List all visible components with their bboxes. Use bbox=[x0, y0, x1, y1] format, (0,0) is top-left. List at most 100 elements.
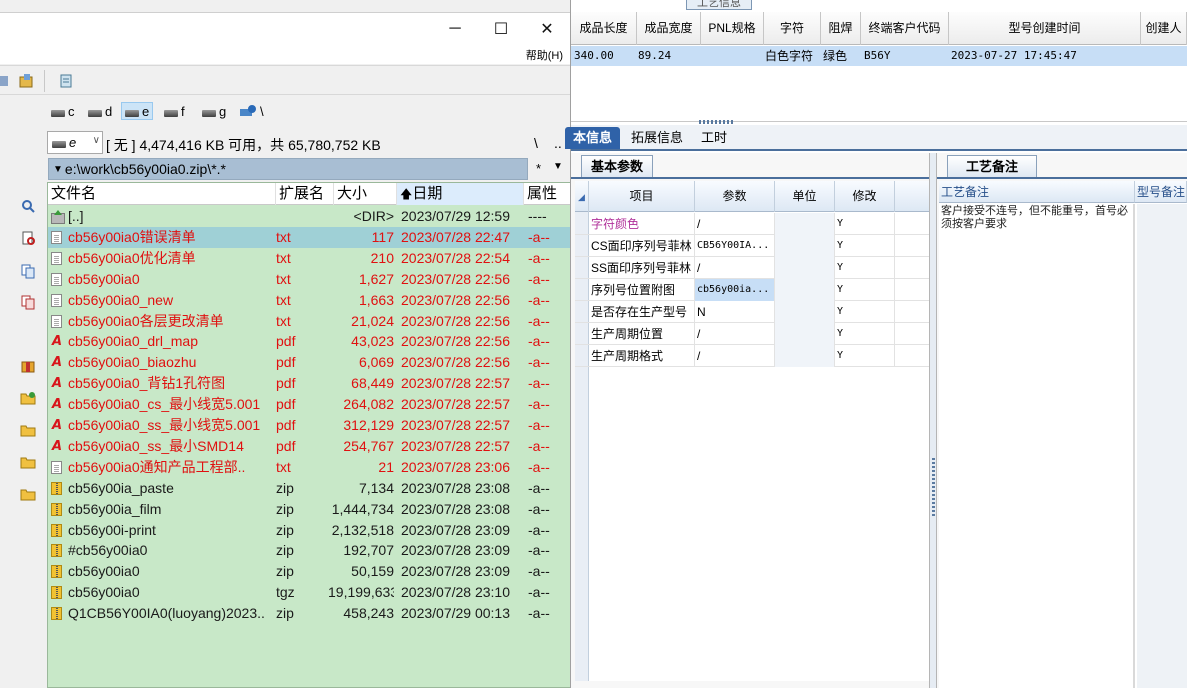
parent-dir-button[interactable]: .. bbox=[554, 135, 562, 151]
tab-process-info[interactable]: 工艺信息 bbox=[686, 0, 752, 10]
drive-e-button[interactable]: e bbox=[121, 102, 154, 120]
param-modify[interactable]: Y bbox=[835, 257, 895, 279]
grid-header-cell[interactable]: 成品宽度 bbox=[637, 12, 701, 45]
folder-icon[interactable] bbox=[20, 422, 36, 438]
pack-icon[interactable] bbox=[18, 73, 34, 89]
notes-header-model[interactable]: 型号备注 bbox=[1135, 181, 1187, 203]
file-row[interactable]: cb56y00ia0通知产品工程部.. txt 21 2023/07/28 23:06… bbox=[48, 457, 570, 478]
panel-resize-grip[interactable] bbox=[699, 120, 735, 124]
drive-g-button[interactable]: g bbox=[199, 102, 229, 120]
param-row[interactable]: 是否存在生产型号 N Y bbox=[575, 301, 929, 323]
grid-header-cell[interactable]: 型号创建时间 bbox=[949, 12, 1141, 45]
drive-select[interactable]: e ∨ bbox=[47, 131, 103, 154]
process-note-text[interactable]: 客户接受不连号，但不能重号，首号必须按客户要求 bbox=[941, 205, 1133, 231]
column-header-ext[interactable]: 扩展名 bbox=[276, 183, 334, 205]
column-header-date[interactable]: 🡅日期 bbox=[397, 183, 524, 205]
params-header-value[interactable]: 参数 bbox=[695, 181, 775, 212]
param-row[interactable]: 序列号位置附图 cb56y00ia... Y bbox=[575, 279, 929, 301]
drive-f-button[interactable]: f bbox=[161, 102, 188, 120]
settings-icon[interactable] bbox=[0, 73, 12, 89]
column-header-attr[interactable]: 属性 bbox=[524, 183, 570, 205]
copy-icon[interactable] bbox=[20, 263, 36, 279]
dropdown-arrow-icon[interactable]: ▼ bbox=[53, 164, 63, 175]
grid-header-cell[interactable]: 终端客户代码 bbox=[861, 12, 949, 45]
param-modify[interactable]: Y bbox=[835, 345, 895, 367]
maximize-button[interactable]: ☐ bbox=[478, 13, 524, 45]
path-bar[interactable]: ▼ e:\work\cb56y00ia0.zip\*.* bbox=[48, 158, 528, 180]
close-button[interactable]: ✕ bbox=[524, 13, 570, 45]
history-dropdown-icon[interactable]: ▼ bbox=[553, 161, 563, 172]
param-value[interactable]: / bbox=[695, 323, 775, 345]
param-row[interactable]: 字符颜色 / Y bbox=[575, 213, 929, 235]
file-row[interactable]: cb56y00ia0_biaozhu pdf 6,069 2023/07/28 22:… bbox=[48, 352, 570, 373]
param-modify[interactable]: Y bbox=[835, 235, 895, 257]
param-modify[interactable]: Y bbox=[835, 301, 895, 323]
param-value[interactable]: N bbox=[695, 301, 775, 323]
network-root-button[interactable]: \ bbox=[236, 102, 267, 120]
file-row[interactable]: #cb56y00ia0 zip 192,707 2023/07/28 23:09 -a-… bbox=[48, 540, 570, 561]
file-row[interactable]: cb56y00ia0 txt 1,627 2023/07/28 22:56 -a-- bbox=[48, 269, 570, 290]
file-row[interactable]: cb56y00ia0_ss_最小线宽5.001 pdf 312,129 2023/07… bbox=[48, 415, 570, 436]
tab-work-hours[interactable]: 工时 bbox=[693, 127, 735, 149]
tab-basic-params[interactable]: 基本参数 bbox=[581, 155, 653, 177]
root-dir-button[interactable]: \ bbox=[534, 135, 538, 151]
file-row[interactable]: cb56y00ia0_背钻1孔符图 pdf 68,449 2023/07/28 22:… bbox=[48, 373, 570, 394]
notes-header-process[interactable]: 工艺备注 bbox=[939, 181, 1135, 203]
grid-header-cell[interactable]: 创建人 bbox=[1141, 12, 1187, 45]
menu-help[interactable]: 帮助(H) bbox=[526, 47, 563, 63]
view-file-icon[interactable] bbox=[20, 230, 36, 246]
params-header-modify[interactable]: 修改 bbox=[835, 181, 895, 212]
file-row[interactable]: cb56y00ia0 zip 50,159 2023/07/28 23:09 -a-- bbox=[48, 561, 570, 582]
param-unit[interactable] bbox=[775, 257, 835, 279]
param-unit[interactable] bbox=[775, 345, 835, 367]
tab-extended-info[interactable]: 拓展信息 bbox=[623, 127, 691, 149]
param-value[interactable]: cb56y00ia... bbox=[695, 279, 775, 301]
param-row[interactable]: 生产周期格式 / Y bbox=[575, 345, 929, 367]
param-unit[interactable] bbox=[775, 213, 835, 235]
new-folder-icon[interactable] bbox=[20, 390, 36, 406]
file-row[interactable]: cb56y00ia0各层更改清单 txt 21,024 2023/07/28 22:5… bbox=[48, 311, 570, 332]
notepad-icon[interactable] bbox=[58, 73, 74, 89]
file-row[interactable]: cb56y00ia0 tgz 19,199,633 2023/07/28 23:10 -… bbox=[48, 582, 570, 603]
params-header-unit[interactable]: 单位 bbox=[775, 181, 835, 212]
grid-header-cell[interactable]: PNL规格 bbox=[701, 12, 764, 45]
tab-process-notes[interactable]: 工艺备注 bbox=[947, 155, 1037, 177]
column-header-size[interactable]: 大小 bbox=[334, 183, 397, 205]
file-row[interactable]: cb56y00ia_film zip 1,444,734 2023/07/28 23:… bbox=[48, 499, 570, 520]
params-header-item[interactable]: 项目 bbox=[589, 181, 695, 212]
param-unit[interactable] bbox=[775, 279, 835, 301]
param-value[interactable]: CB56Y00IA... bbox=[695, 235, 775, 257]
vertical-splitter[interactable] bbox=[929, 153, 937, 688]
drive-d-button[interactable]: d bbox=[85, 102, 115, 120]
model-grid-row[interactable]: 340.00 89.24 白色字符 绿色 B56Y 2023-07-27 17:… bbox=[571, 46, 1187, 66]
param-modify[interactable]: Y bbox=[835, 213, 895, 235]
file-row[interactable]: cb56y00ia0优化清单 txt 210 2023/07/28 22:54 -a-- bbox=[48, 248, 570, 269]
file-row[interactable]: cb56y00ia0错误清单 txt 117 2023/07/28 22:47 -a-- bbox=[48, 226, 570, 248]
grid-header-cell[interactable]: 阻焊 bbox=[821, 12, 861, 45]
archive-icon[interactable] bbox=[20, 358, 36, 374]
file-row[interactable]: cb56y00i-print zip 2,132,518 2023/07/28 23:… bbox=[48, 520, 570, 541]
file-row[interactable]: Q1CB56Y00IA0(luoyang)2023.. zip 458,243 202… bbox=[48, 603, 570, 624]
minimize-button[interactable]: ─ bbox=[432, 13, 478, 45]
grid-header-cell[interactable]: 字符 bbox=[764, 12, 821, 45]
param-modify[interactable]: Y bbox=[835, 279, 895, 301]
grid-header-cell[interactable]: 成品长度 bbox=[571, 12, 637, 45]
file-row[interactable]: cb56y00ia0_ss_最小SMD14 pdf 254,767 2023/07/2… bbox=[48, 436, 570, 457]
param-value[interactable]: / bbox=[695, 345, 775, 367]
file-list[interactable]: 文件名 扩展名 大小 🡅日期 属性 [..] <DIR> 2023/07/29 12… bbox=[47, 182, 570, 688]
file-row[interactable]: cb56y00ia0_new txt 1,663 2023/07/28 22:56 -a… bbox=[48, 290, 570, 311]
param-modify[interactable]: Y bbox=[835, 323, 895, 345]
param-value[interactable]: / bbox=[695, 257, 775, 279]
param-value[interactable]: / bbox=[695, 213, 775, 235]
file-row[interactable]: [..] <DIR> 2023/07/29 12:59 ---- bbox=[48, 206, 570, 227]
model-note-cell[interactable] bbox=[1137, 204, 1187, 688]
drive-c-button[interactable]: c bbox=[48, 102, 78, 120]
notes-scrollbar[interactable] bbox=[1133, 204, 1135, 688]
folder-icon[interactable] bbox=[20, 454, 36, 470]
file-row[interactable]: cb56y00ia0_drl_map pdf 43,023 2023/07/28 22… bbox=[48, 331, 570, 352]
filter-button[interactable]: * bbox=[536, 161, 541, 176]
param-row[interactable]: SS面印序列号菲林 / Y bbox=[575, 257, 929, 279]
param-unit[interactable] bbox=[775, 301, 835, 323]
param-row[interactable]: 生产周期位置 / Y bbox=[575, 323, 929, 345]
folder-icon[interactable] bbox=[20, 486, 36, 502]
